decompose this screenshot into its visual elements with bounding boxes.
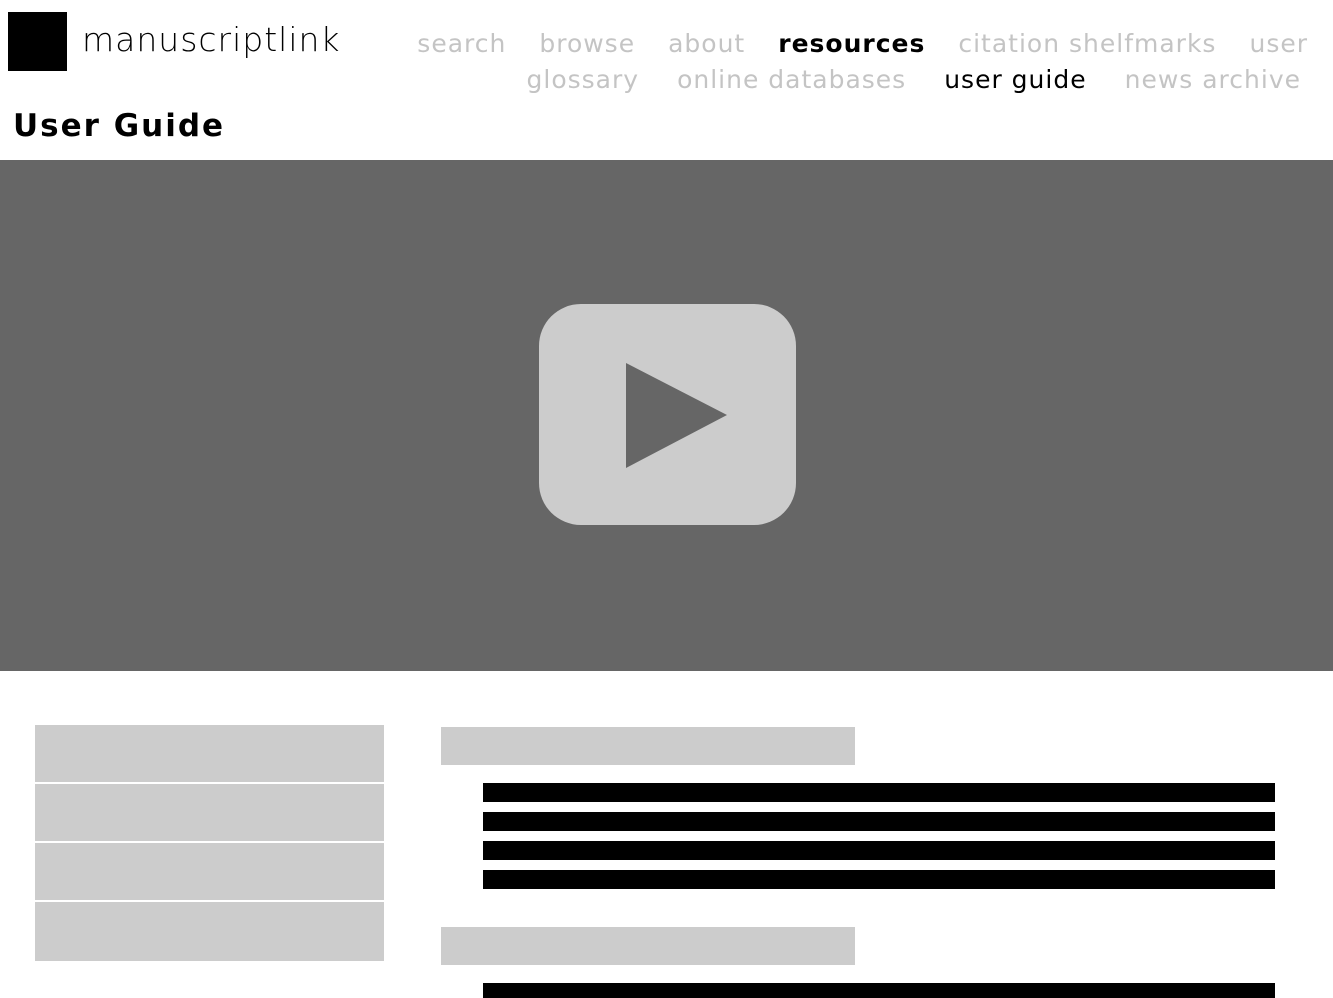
sidebar-item[interactable] — [35, 725, 384, 784]
logo-icon[interactable] — [8, 12, 67, 71]
subnav-item-online-databases[interactable]: online databases — [677, 60, 906, 100]
sidebar-item[interactable] — [35, 902, 384, 961]
page: manuscriptlink search browse about resou… — [0, 0, 1333, 998]
video-player[interactable] — [0, 160, 1333, 671]
nav-item-search[interactable]: search — [417, 24, 506, 64]
text-line-placeholder — [483, 812, 1275, 831]
subnav-item-glossary[interactable]: glossary — [527, 60, 640, 100]
nav-item-browse[interactable]: browse — [539, 24, 635, 64]
sidebar-item[interactable] — [35, 843, 384, 902]
text-line-placeholder — [483, 983, 1275, 998]
play-button[interactable] — [539, 304, 796, 525]
text-line-placeholder — [483, 783, 1275, 802]
site-name[interactable]: manuscriptlink — [82, 18, 341, 62]
nav-item-citation-shelfmarks[interactable]: citation shelfmarks — [958, 24, 1216, 64]
secondary-nav: glossary online databases user guide new… — [489, 60, 1302, 100]
nav-item-user[interactable]: user — [1249, 24, 1308, 64]
section-heading-placeholder — [441, 727, 855, 765]
page-title: User Guide — [13, 108, 226, 144]
subnav-item-user-guide[interactable]: user guide — [944, 60, 1086, 100]
play-icon — [626, 363, 727, 468]
primary-nav: search browse about resources citation s… — [384, 24, 1308, 64]
nav-item-about[interactable]: about — [668, 24, 745, 64]
sidebar-item[interactable] — [35, 784, 384, 843]
text-line-placeholder — [483, 870, 1275, 889]
subnav-item-news-archive[interactable]: news archive — [1125, 60, 1301, 100]
section-heading-placeholder — [441, 927, 855, 965]
nav-item-resources[interactable]: resources — [778, 24, 925, 64]
text-line-placeholder — [483, 841, 1275, 860]
guide-sidebar — [35, 725, 384, 961]
